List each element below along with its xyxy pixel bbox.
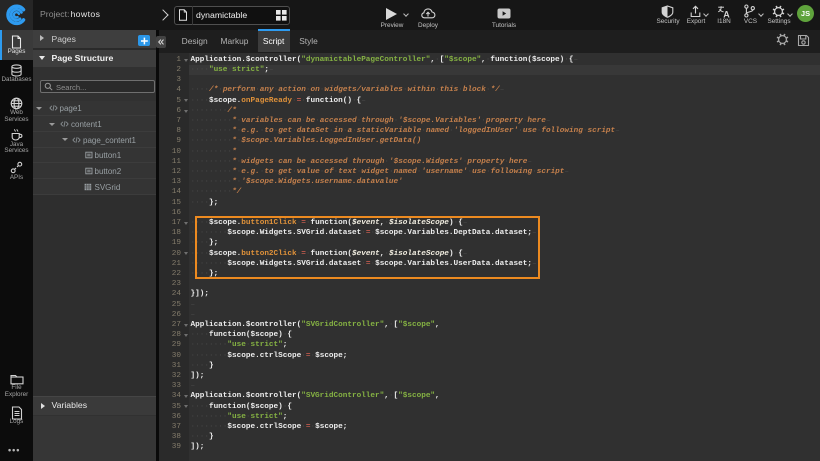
svg-text:A: A <box>723 9 730 18</box>
